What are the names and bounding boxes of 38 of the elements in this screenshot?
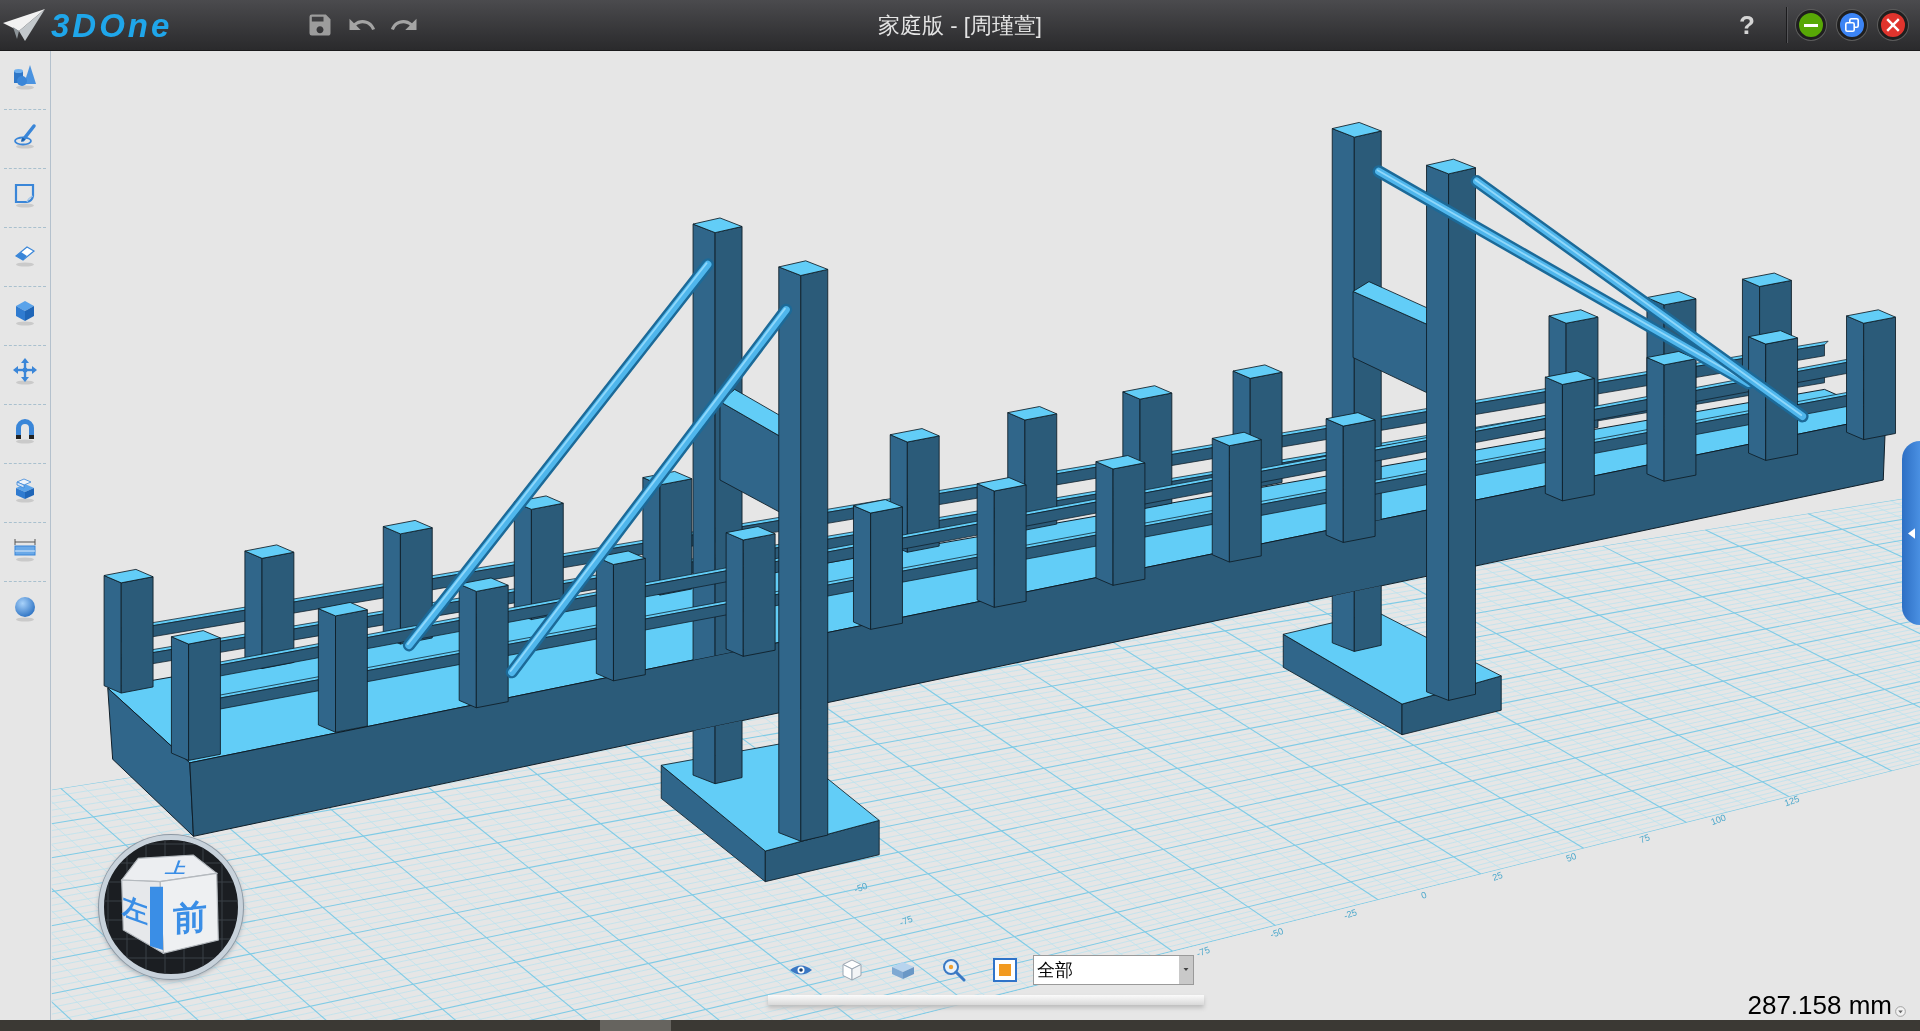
side-panel-toggle[interactable] bbox=[1902, 441, 1920, 625]
magnifier-icon bbox=[942, 958, 966, 982]
grid-label: -50 bbox=[852, 880, 869, 895]
framed-square-icon bbox=[993, 958, 1017, 982]
window-title: 家庭版 - [周瑾萱] bbox=[878, 11, 1042, 40]
measurement-readout: 287.158 mm bbox=[1747, 992, 1892, 1018]
move-arrows-icon bbox=[11, 357, 39, 385]
fit-view-button[interactable] bbox=[990, 955, 1020, 985]
grid-label: -75 bbox=[1195, 944, 1212, 959]
wireframe-cube-icon bbox=[840, 958, 864, 982]
pencil-icon bbox=[11, 121, 39, 149]
restore-button[interactable] bbox=[1837, 10, 1867, 40]
close-button[interactable] bbox=[1878, 10, 1908, 40]
grid-label: 100 bbox=[1709, 812, 1728, 828]
minus-icon bbox=[1804, 23, 1818, 27]
grid-label: 25 bbox=[1491, 869, 1505, 883]
cube-drawing[interactable] bbox=[120, 854, 219, 955]
grid-label: -75 bbox=[898, 913, 915, 928]
grid-label: 0 bbox=[1419, 889, 1429, 901]
minimize-button[interactable] bbox=[1796, 10, 1826, 40]
grid-label: -25 bbox=[1342, 907, 1359, 922]
logo-text: 3DOne bbox=[51, 8, 173, 42]
caret-down-icon bbox=[1179, 956, 1193, 984]
model-viewport[interactable]: -75 -50 -25 0 25 50 75 100 125 -50 -75 上 左 前 全部 287.158 mm bbox=[51, 51, 1920, 1020]
grid-label: 125 bbox=[1783, 793, 1801, 809]
help-button[interactable]: ? bbox=[1732, 8, 1762, 42]
close-icon bbox=[1886, 18, 1900, 32]
view-cube[interactable]: 上 左 前 bbox=[99, 835, 243, 979]
overlapping-squares-icon bbox=[1845, 18, 1859, 32]
grid-label: -50 bbox=[1268, 925, 1285, 940]
grid-label: 75 bbox=[1638, 832, 1652, 846]
caret-left-icon bbox=[1907, 527, 1915, 539]
scrollbar-thumb[interactable] bbox=[600, 1020, 671, 1031]
grid-label: 50 bbox=[1564, 851, 1578, 864]
cube-face-label[interactable]: 上 bbox=[163, 860, 190, 877]
caret-circle-icon[interactable] bbox=[1895, 1006, 1906, 1017]
display-filter-dropdown[interactable]: 全部 bbox=[1033, 955, 1194, 985]
paper-plane-icon bbox=[3, 9, 45, 41]
